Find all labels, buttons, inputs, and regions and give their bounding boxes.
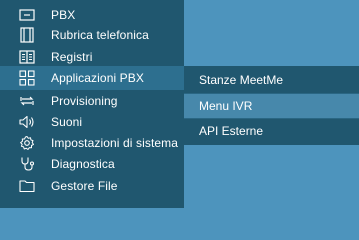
- sidebar-item-rubrica-telefonica[interactable]: Rubrica telefonica: [0, 23, 184, 47]
- sidebar-item-gestore-file[interactable]: Gestore File: [0, 174, 184, 198]
- sidebar-item-label: Gestore File: [51, 179, 118, 193]
- sidebar-item-label: Provisioning: [51, 94, 118, 108]
- sidebar-item-label: Registri: [51, 50, 93, 64]
- sidebar-item-label: Suoni: [51, 115, 83, 129]
- submenu-item-label: Menu IVR: [199, 99, 253, 113]
- gear-icon: [18, 134, 36, 152]
- folder-icon: [18, 177, 36, 195]
- applicazioni-pbx-submenu: Stanze MeetMe Menu IVR API Esterne: [184, 66, 359, 145]
- submenu-item-label: API Esterne: [199, 124, 264, 138]
- sidebar-item-label: Rubrica telefonica: [51, 28, 149, 42]
- sidebar-item-label: Impostazioni di sistema: [51, 136, 179, 150]
- speaker-icon: [18, 113, 36, 131]
- phonebook-icon: [18, 26, 36, 44]
- registers-icon: [18, 48, 36, 66]
- submenu-item-api-esterne[interactable]: API Esterne: [184, 119, 359, 143]
- sidebar-item-label: Diagnostica: [51, 157, 115, 171]
- app-root: PBX Rubrica telefonica Registri Applicaz…: [0, 0, 359, 208]
- sidebar-item-label: PBX: [51, 8, 76, 22]
- sidebar-menu: PBX Rubrica telefonica Registri Applicaz…: [0, 0, 184, 208]
- diagnostics-icon: [18, 155, 36, 173]
- apps-grid-icon: [18, 69, 36, 87]
- submenu-item-menu-ivr[interactable]: Menu IVR: [184, 94, 359, 118]
- sidebar-item-label: Applicazioni PBX: [51, 71, 144, 85]
- sidebar-item-diagnostica[interactable]: Diagnostica: [0, 152, 184, 176]
- submenu-item-stanze-meetme[interactable]: Stanze MeetMe: [184, 68, 359, 92]
- provisioning-icon: [18, 92, 36, 110]
- sidebar-item-applicazioni-pbx[interactable]: Applicazioni PBX: [0, 66, 184, 90]
- submenu-item-label: Stanze MeetMe: [199, 73, 284, 87]
- pbx-icon: [18, 6, 36, 24]
